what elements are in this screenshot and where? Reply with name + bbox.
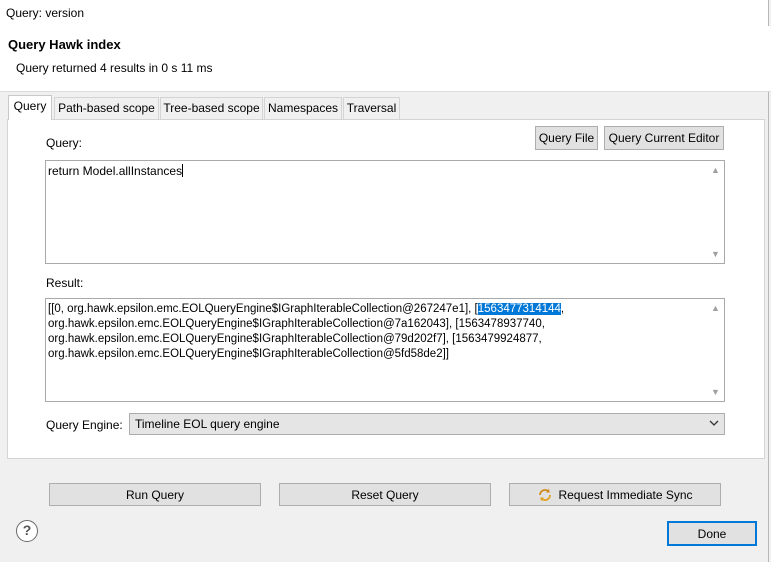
query-current-editor-button[interactable]: Query Current Editor [604,126,724,150]
tab-path-based-scope[interactable]: Path-based scope [54,97,159,119]
query-label: Query: [46,136,83,150]
dialog-header: Query Hawk index Query returned 4 result… [0,26,771,92]
run-query-button[interactable]: Run Query [49,483,261,506]
result-line-1: [[0, org.hawk.epsilon.emc.EOLQueryEngine… [48,303,565,315]
result-label: Result: [46,276,84,290]
scroll-up-icon[interactable]: ▲ [707,165,724,175]
tab-namespaces[interactable]: Namespaces [264,97,342,119]
chevron-down-icon [708,416,720,433]
scroll-up-icon[interactable]: ▲ [707,303,724,313]
status-message: Query returned 4 results in 0 s 11 ms [16,61,213,75]
query-file-button[interactable]: Query File [535,126,598,150]
result-line-3: org.hawk.epsilon.emc.EOLQueryEngine$IGra… [48,333,542,345]
sync-icon [537,487,553,503]
result-line-2: org.hawk.epsilon.emc.EOLQueryEngine$IGra… [48,318,545,330]
window-title: Query: version [6,6,85,20]
query-engine-label: Query Engine: [46,418,123,432]
sync-button-label: Request Immediate Sync [558,487,693,502]
tab-query[interactable]: Query [8,95,52,120]
window-titlebar: Query: version [0,0,771,26]
done-button[interactable]: Done [667,521,757,546]
tab-tree-based-scope[interactable]: Tree-based scope [160,97,263,119]
query-scrollbar[interactable]: ▲ ▼ [707,161,724,263]
query-engine-select[interactable]: Timeline EOL query engine [129,413,725,435]
text-caret [182,164,184,177]
scroll-down-icon[interactable]: ▼ [707,249,724,259]
scroll-down-icon[interactable]: ▼ [707,387,724,397]
reset-query-button[interactable]: Reset Query [279,483,491,506]
result-scrollbar[interactable]: ▲ ▼ [707,299,724,401]
query-text: return Model.allInstances [48,164,183,178]
query-engine-value: Timeline EOL query engine [135,417,280,431]
query-input[interactable]: return Model.allInstances ▲ ▼ [45,160,725,264]
result-line-4: org.hawk.epsilon.emc.EOLQueryEngine$IGra… [48,348,449,360]
result-output[interactable]: [[0, org.hawk.epsilon.emc.EOLQueryEngine… [45,298,725,402]
selected-text: 1563477314144 [477,303,561,315]
dialog-title: Query Hawk index [8,37,121,52]
request-immediate-sync-button[interactable]: Request Immediate Sync [509,483,721,506]
help-icon[interactable]: ? [16,520,38,542]
tab-traversal[interactable]: Traversal [343,97,400,119]
